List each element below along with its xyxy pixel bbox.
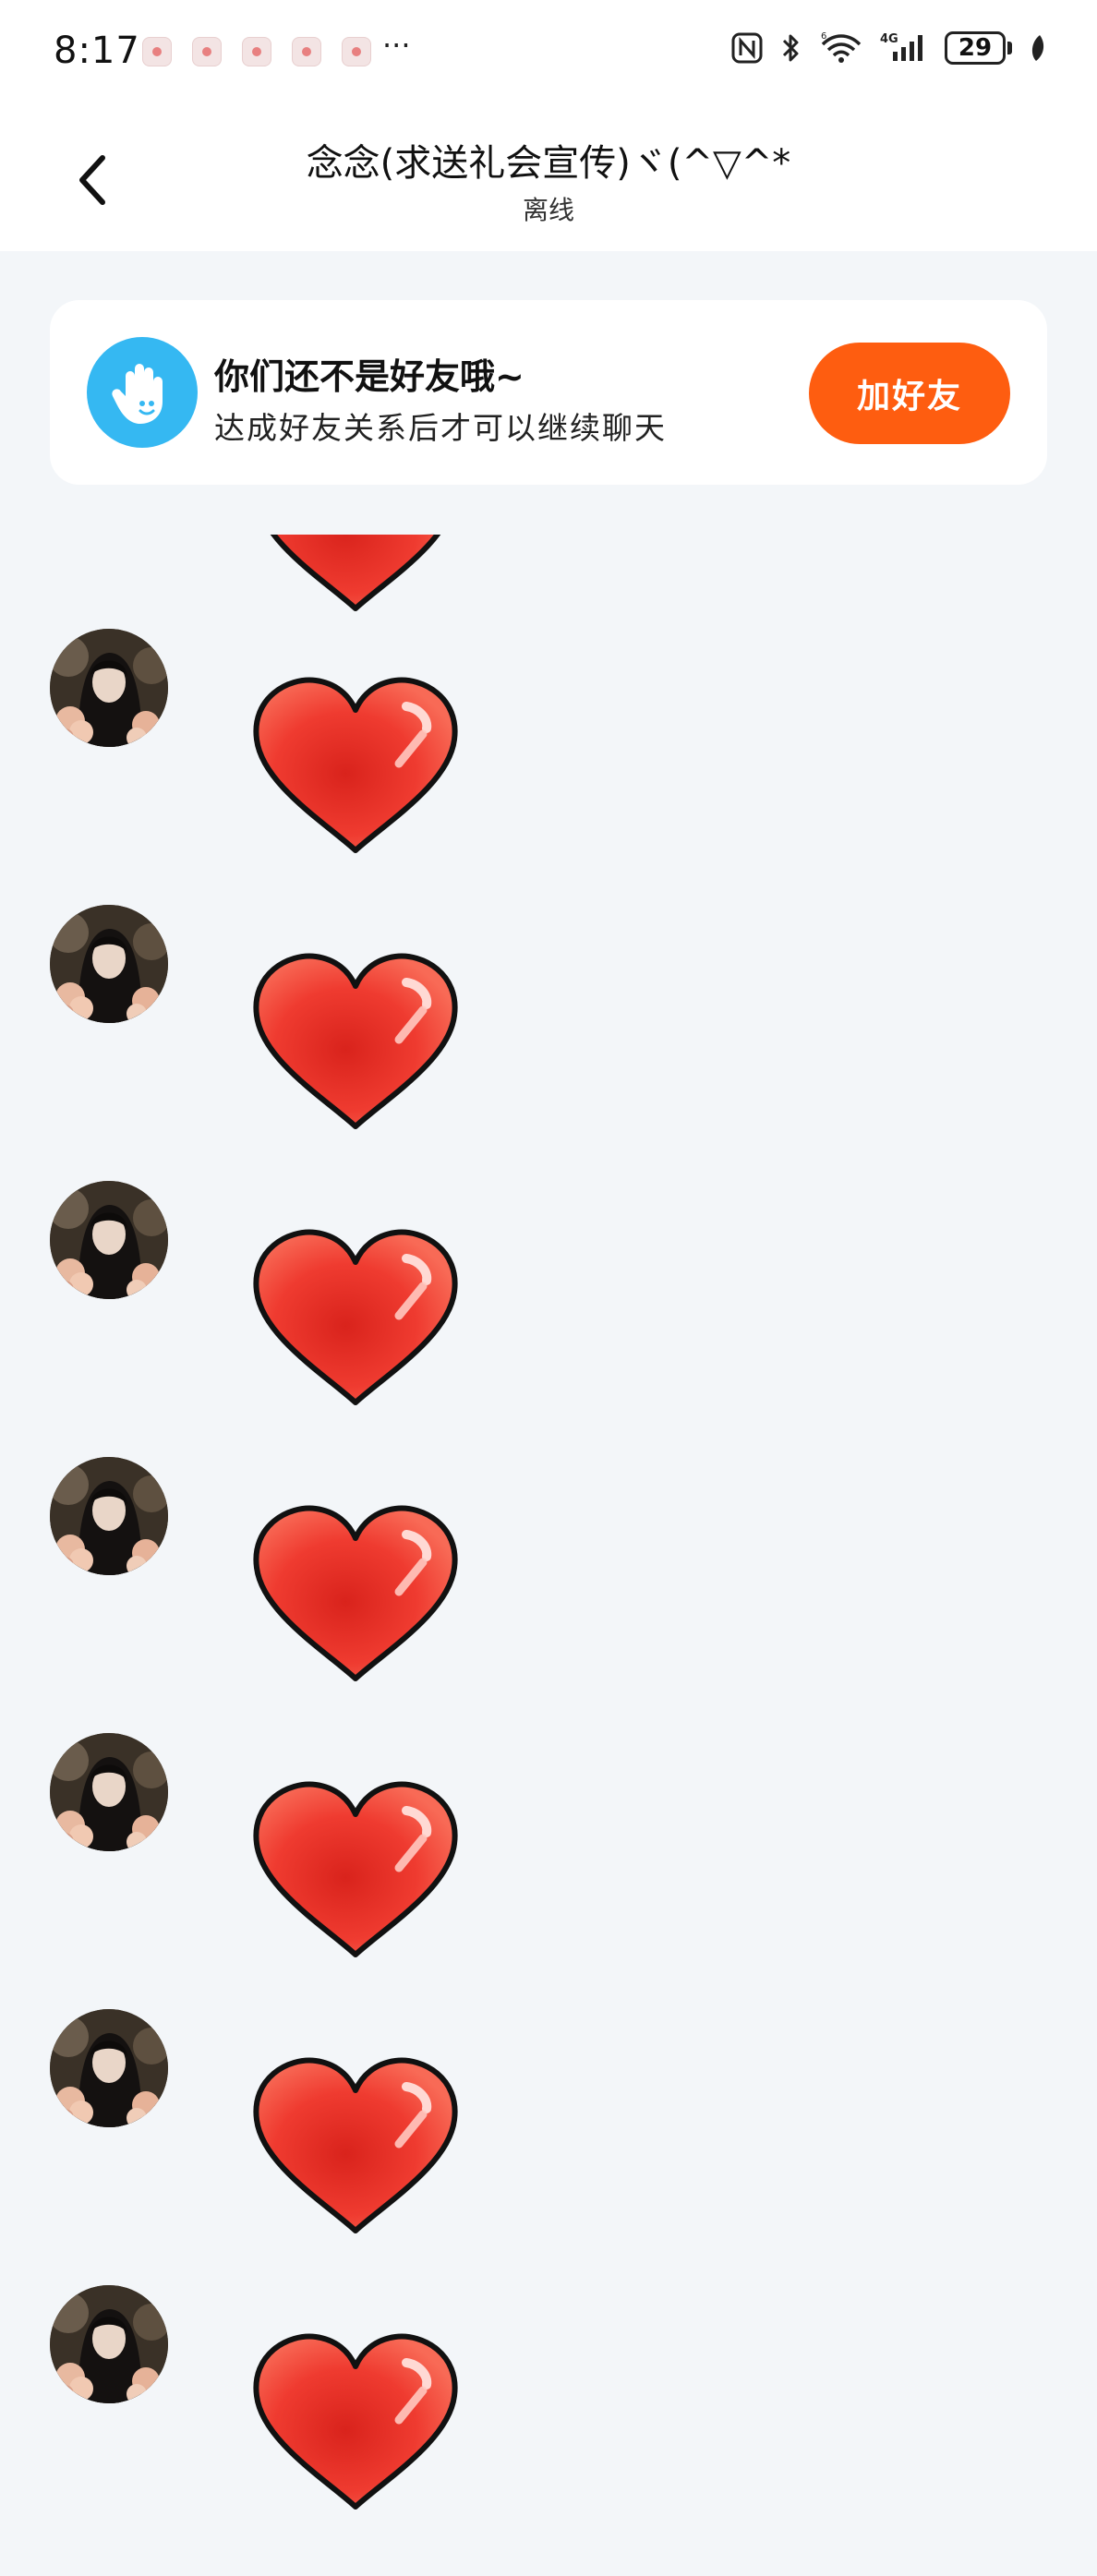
- bluetooth-icon: [780, 31, 802, 65]
- avatar[interactable]: [50, 629, 168, 747]
- heart-sticker[interactable]: [251, 1227, 460, 1412]
- avatar[interactable]: [50, 1733, 168, 1851]
- more-notifications-indicator: ···: [382, 28, 411, 63]
- system-icons: 6 4G 29: [730, 31, 1047, 65]
- heart-sticker[interactable]: [251, 1779, 460, 1964]
- avatar[interactable]: [50, 1457, 168, 1575]
- status-bar: 8:17 ··· 6 4G 29: [0, 0, 1097, 102]
- heart-sticker[interactable]: [251, 1503, 460, 1688]
- notification-icons: [142, 37, 371, 66]
- heart-sticker[interactable]: [251, 2055, 460, 2240]
- battery-level: 29: [945, 31, 1006, 65]
- cellular-signal-icon: 4G: [880, 31, 928, 65]
- message-row: [0, 629, 1097, 906]
- status-time: 8:17: [54, 30, 140, 72]
- message-row: [0, 1733, 1097, 2010]
- banner-description: 达成好友关系后才可以继续聊天: [214, 410, 667, 446]
- message-row: [0, 2009, 1097, 2286]
- heart-sticker[interactable]: [251, 951, 460, 1136]
- message-row: [0, 1181, 1097, 1458]
- wave-hand-icon: [87, 337, 198, 448]
- message-row: [0, 905, 1097, 1182]
- online-status: 离线: [522, 195, 574, 225]
- heart-sticker[interactable]: [251, 2331, 460, 2516]
- app-notification-icon: [292, 37, 321, 66]
- message-list[interactable]: [0, 485, 1097, 2576]
- not-friends-banner: 你们还不是好友哦~ 达成好友关系后才可以继续聊天 加好友: [50, 300, 1047, 485]
- add-friend-button[interactable]: 加好友: [809, 343, 1010, 444]
- power-saving-leaf-icon: [1029, 33, 1047, 63]
- svg-text:4G: 4G: [880, 32, 898, 46]
- wifi-icon: 6: [819, 31, 863, 65]
- app-notification-icon: [242, 37, 271, 66]
- svg-text:6: 6: [821, 31, 826, 42]
- chat-header: 念念(求送礼会宣传)ヾ(^▽^* 离线: [0, 102, 1097, 251]
- avatar[interactable]: [50, 2285, 168, 2403]
- heart-sticker-partial[interactable]: [251, 535, 460, 618]
- nfc-icon: [730, 31, 764, 65]
- banner-title: 你们还不是好友哦~: [214, 356, 524, 397]
- message-row: [0, 1457, 1097, 1734]
- app-notification-icon: [342, 37, 371, 66]
- battery-icon: 29: [945, 31, 1012, 65]
- chat-title: 念念(求送礼会宣传)ヾ(^▽^*: [306, 142, 791, 185]
- app-notification-icon: [142, 37, 172, 66]
- avatar[interactable]: [50, 905, 168, 1023]
- message-row: [0, 2285, 1097, 2562]
- heart-sticker[interactable]: [251, 675, 460, 860]
- avatar[interactable]: [50, 1181, 168, 1299]
- avatar[interactable]: [50, 2009, 168, 2127]
- app-notification-icon: [192, 37, 222, 66]
